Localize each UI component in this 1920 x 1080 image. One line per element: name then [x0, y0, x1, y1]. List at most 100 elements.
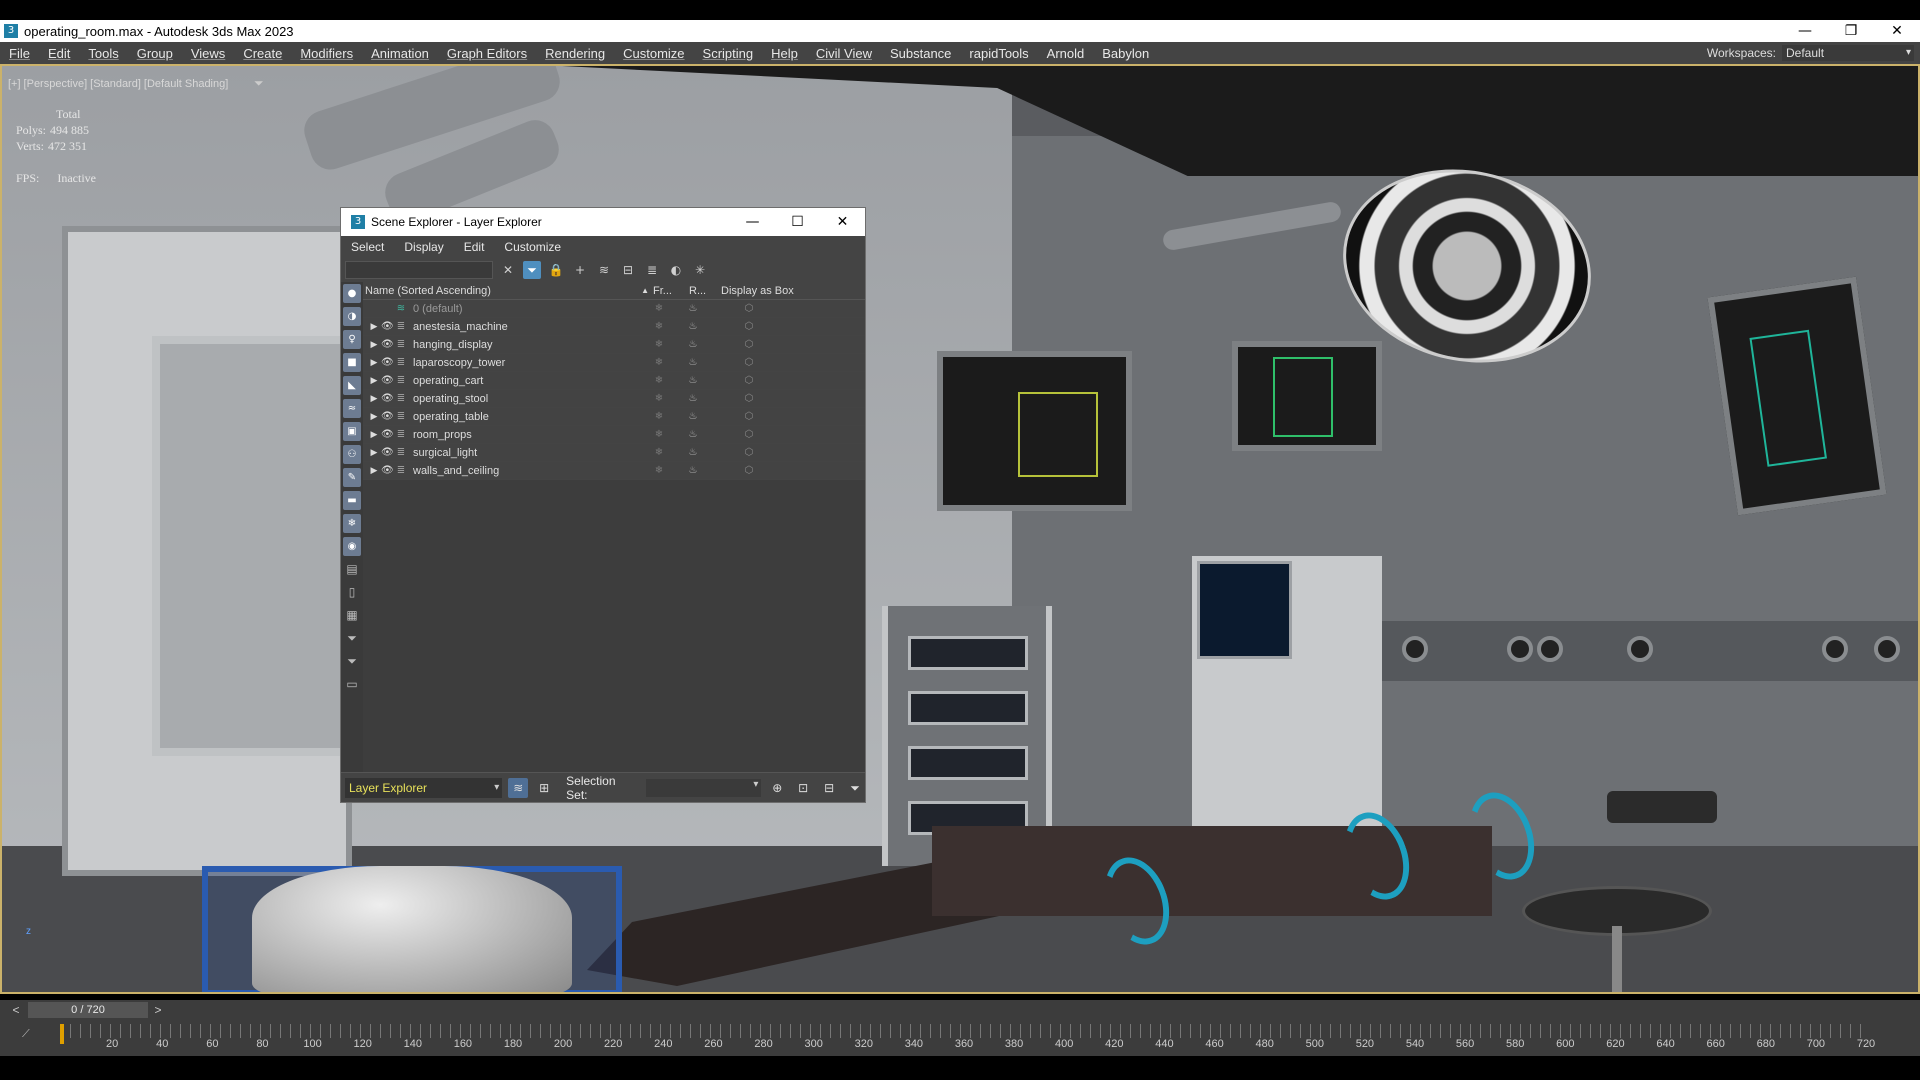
viewport-label[interactable]: [+] [Perspective] [Standard] [Default Sh…: [8, 78, 228, 90]
visibility-eye-icon[interactable]: 👁: [381, 429, 394, 440]
display-box-icon[interactable]: ⬡: [709, 303, 789, 314]
se-menu-select[interactable]: Select: [341, 240, 394, 254]
layer-name[interactable]: hanging_display: [407, 339, 637, 351]
hierarchy-icon[interactable]: ⊟: [619, 261, 637, 279]
expand-caret-icon[interactable]: ▶: [369, 465, 379, 476]
freeze-icon[interactable]: ❄: [641, 411, 677, 422]
scene-explorer-window[interactable]: 3 Scene Explorer - Layer Explorer — ☐ ✕ …: [340, 207, 866, 803]
filter-xrefs-icon[interactable]: ⚇: [343, 445, 361, 464]
filter-geometry-icon[interactable]: ●: [343, 284, 361, 303]
filter-containers-icon[interactable]: ▬: [343, 491, 361, 510]
expand-caret-icon[interactable]: ▶: [369, 357, 379, 368]
render-teapot-icon[interactable]: ♨: [677, 375, 709, 386]
freeze-icon[interactable]: ❄: [641, 429, 677, 440]
menu-customize[interactable]: Customize: [614, 46, 693, 61]
menu-babylon[interactable]: Babylon: [1093, 46, 1158, 61]
menu-edit[interactable]: Edit: [39, 46, 79, 61]
frame-counter[interactable]: 0 / 720: [28, 1002, 148, 1018]
display-box-icon[interactable]: ⬡: [709, 393, 789, 404]
perspective-viewport[interactable]: [+] [Perspective] [Standard] [Default Sh…: [0, 64, 1920, 994]
explorer-type-dropdown[interactable]: Layer Explorer: [345, 777, 503, 798]
freeze-icon[interactable]: ❄: [641, 321, 677, 332]
freeze-icon[interactable]: ❄: [641, 375, 677, 386]
visibility-eye-icon[interactable]: 👁: [381, 321, 394, 332]
workspace-dropdown[interactable]: Default: [1782, 45, 1914, 61]
se-menu-customize[interactable]: Customize: [494, 240, 571, 254]
menu-scripting[interactable]: Scripting: [694, 46, 763, 61]
display-box-icon[interactable]: ⬡: [709, 357, 789, 368]
filter-groups-icon[interactable]: ▣: [343, 422, 361, 441]
freeze-icon[interactable]: ❄: [641, 465, 677, 476]
selection-filter-icon[interactable]: ⏷: [845, 778, 865, 798]
expand-caret-icon[interactable]: ▶: [369, 375, 379, 386]
menu-graph-editors[interactable]: Graph Editors: [438, 46, 536, 61]
layer-search-input[interactable]: [345, 261, 493, 279]
filter-spacewarps-icon[interactable]: ≈: [343, 399, 361, 418]
add-to-selection-set-icon[interactable]: ⊡: [793, 778, 813, 798]
minimize-button[interactable]: —: [1782, 20, 1828, 42]
layer-row[interactable]: ▶ 👁 ≣ hanging_display ❄ ♨ ⬡: [363, 336, 865, 354]
viewport-standard-label[interactable]: [Standard]: [90, 78, 141, 90]
filter-bones-icon[interactable]: ✎: [343, 468, 361, 487]
sync-selection-icon[interactable]: ▭: [343, 675, 361, 694]
layer-name[interactable]: anestesia_machine: [407, 321, 637, 333]
scene-explorer-maximize-button[interactable]: ☐: [775, 208, 820, 236]
visibility-eye-icon[interactable]: 👁: [381, 375, 394, 386]
visibility-eye-icon[interactable]: 👁: [381, 447, 394, 458]
expand-caret-icon[interactable]: ▶: [369, 393, 379, 404]
menu-group[interactable]: Group: [128, 46, 182, 61]
create-layer-icon[interactable]: +: [571, 261, 589, 279]
display-none-icon[interactable]: ▯: [343, 583, 361, 602]
layer-name[interactable]: walls_and_ceiling: [407, 465, 637, 477]
render-teapot-icon[interactable]: ♨: [677, 321, 709, 332]
expand-caret-icon[interactable]: ▶: [369, 429, 379, 440]
freeze-icon[interactable]: ❄: [641, 447, 677, 458]
render-teapot-icon[interactable]: ♨: [677, 429, 709, 440]
render-teapot-icon[interactable]: ♨: [677, 357, 709, 368]
viewport-menu-plus[interactable]: [+]: [8, 78, 21, 90]
clear-search-icon[interactable]: ✕: [499, 261, 517, 279]
sort-by-hierarchy-icon[interactable]: ⊞: [534, 778, 554, 798]
layer-row[interactable]: ▶ 👁 ≣ operating_stool ❄ ♨ ⬡: [363, 390, 865, 408]
layer-name[interactable]: surgical_light: [407, 447, 637, 459]
layer-row[interactable]: ▶ 👁 ≣ laparoscopy_tower ❄ ♨ ⬡: [363, 354, 865, 372]
lock-icon[interactable]: 🔒: [547, 261, 565, 279]
freeze-icon[interactable]: ❄: [641, 393, 677, 404]
display-all-icon[interactable]: ▤: [343, 560, 361, 579]
layer-row[interactable]: ▶ 👁 ≣ room_props ❄ ♨ ⬡: [363, 426, 865, 444]
current-frame-marker[interactable]: [60, 1024, 64, 1044]
display-box-icon[interactable]: ⬡: [709, 321, 789, 332]
menu-tools[interactable]: Tools: [79, 46, 127, 61]
visibility-eye-icon[interactable]: 👁: [381, 465, 394, 476]
layer-name[interactable]: laparoscopy_tower: [407, 357, 637, 369]
layer-name[interactable]: room_props: [407, 429, 637, 441]
menu-modifiers[interactable]: Modifiers: [291, 46, 362, 61]
display-box-icon[interactable]: ⬡: [709, 447, 789, 458]
menu-help[interactable]: Help: [762, 46, 807, 61]
selection-set-dropdown[interactable]: [645, 778, 762, 797]
filter-cameras-icon[interactable]: ■: [343, 353, 361, 372]
freeze-icon[interactable]: ❄: [641, 357, 677, 368]
column-renderable[interactable]: R...: [689, 285, 721, 297]
invert-display-icon[interactable]: ▦: [343, 606, 361, 625]
filter-shapes-icon[interactable]: ◑: [343, 307, 361, 326]
track-bar[interactable]: ⟋ 20 40 60 80 100 120 140 160 180 200 220 240 260 280…: [0, 1020, 1920, 1056]
menu-rapidtools[interactable]: rapidTools: [960, 46, 1037, 61]
sort-by-layer-icon[interactable]: ≋: [508, 777, 529, 798]
edit-selection-set-icon[interactable]: ⊟: [819, 778, 839, 798]
scene-explorer-title-bar[interactable]: 3 Scene Explorer - Layer Explorer — ☐ ✕: [341, 208, 865, 236]
layer-name[interactable]: operating_cart: [407, 375, 637, 387]
expand-caret-icon[interactable]: ▶: [369, 411, 379, 422]
menu-substance[interactable]: Substance: [881, 46, 960, 61]
visibility-eye-icon[interactable]: 👁: [381, 357, 394, 368]
time-slider[interactable]: < 0 / 720 >: [0, 1000, 1920, 1020]
display-box-icon[interactable]: ⬡: [709, 465, 789, 476]
add-to-layer-icon[interactable]: ≋: [595, 261, 613, 279]
previous-frame-button[interactable]: <: [8, 1002, 24, 1018]
menu-views[interactable]: Views: [182, 46, 234, 61]
filter-helpers-icon[interactable]: ◣: [343, 376, 361, 395]
expand-caret-icon[interactable]: ▶: [369, 339, 379, 350]
scene-explorer-minimize-button[interactable]: —: [730, 208, 775, 236]
make-current-icon[interactable]: ✳: [691, 261, 709, 279]
scene-explorer-close-button[interactable]: ✕: [820, 208, 865, 236]
